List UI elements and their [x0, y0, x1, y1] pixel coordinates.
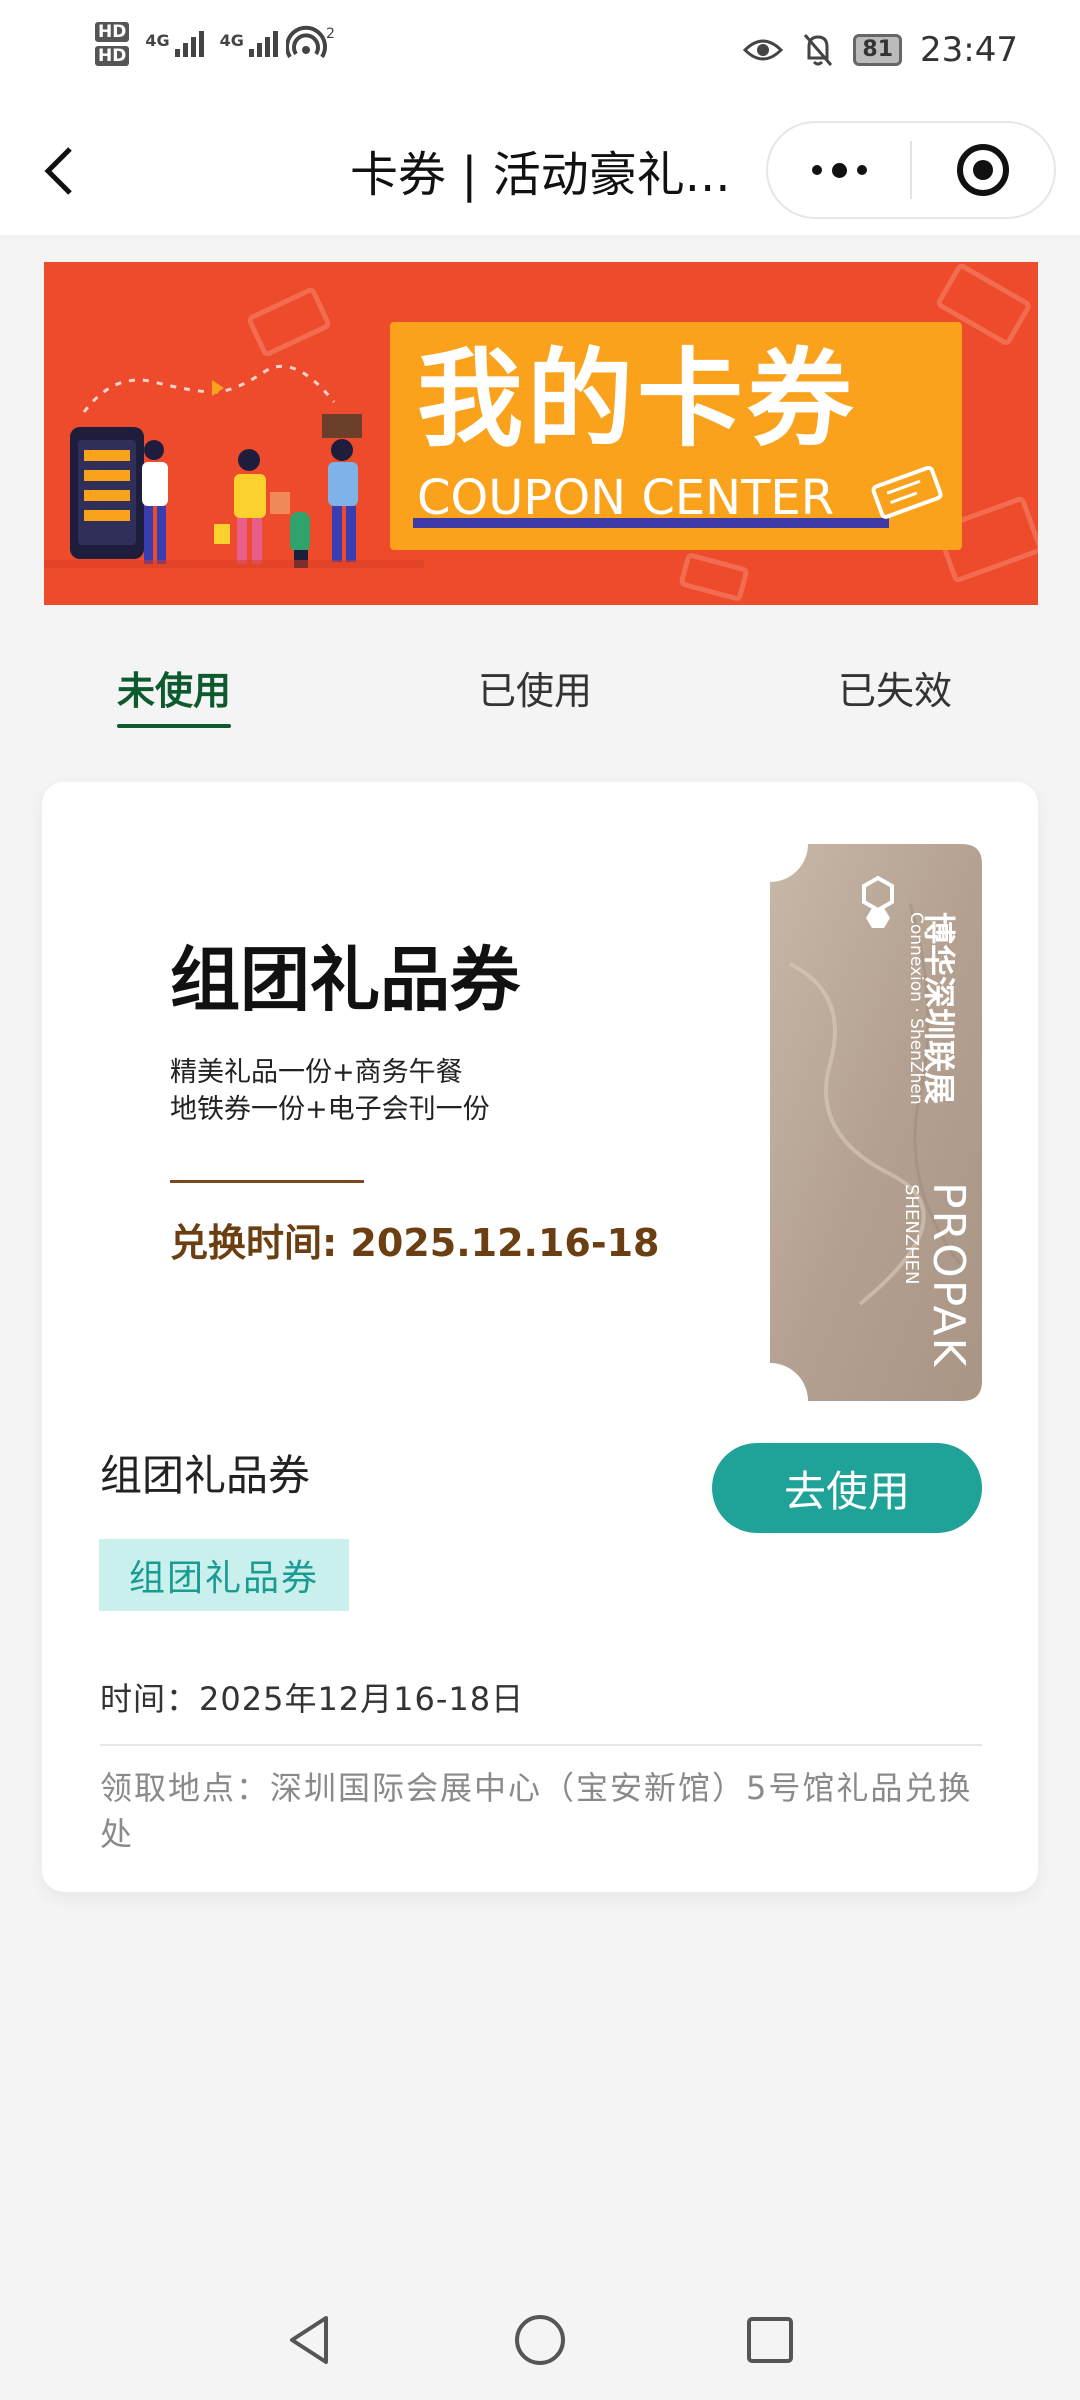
coupon-center-banner: 我的卡券 COUPON CENTER	[44, 262, 1038, 605]
status-right: 81 23:47	[743, 30, 1018, 70]
hd-icon: HD HD	[95, 22, 130, 66]
clock: 23:47	[920, 30, 1018, 70]
page-title: 卡券 | 活动豪礼...	[350, 147, 731, 203]
coupon-tabs: 未使用 已使用 已失效	[0, 620, 1080, 740]
capsule-menu	[766, 121, 1056, 219]
ticket-divider	[897, 1150, 899, 1152]
coupon-image-desc: 精美礼品一份+商务午餐 地铁券一份+电子会刊一份	[170, 1054, 490, 1128]
hd-1-label: HD	[95, 22, 130, 42]
card-divider	[100, 1744, 982, 1746]
coupon-desc-line-1: 精美礼品一份+商务午餐	[170, 1057, 463, 1088]
propak-logo: PROPAK	[923, 1182, 974, 1369]
banner-title-box: 我的卡券 COUPON CENTER	[390, 322, 962, 550]
coupon-redeem-date: 兑换时间: 2025.12.16-18	[170, 1221, 660, 1265]
tab-expired[interactable]: 已失效	[838, 660, 952, 715]
svg-text:2: 2	[326, 26, 335, 42]
coupon-tag: 组团礼品券	[99, 1539, 349, 1611]
propak-logo-sub: SHENZHEN	[901, 1184, 922, 1285]
recents-square-icon	[747, 2317, 793, 2363]
banner-title: 我的卡券	[417, 338, 857, 461]
banner-subtitle: COUPON CENTER	[417, 470, 835, 526]
coupon-image[interactable]: 组团礼品券 精美礼品一份+商务午餐 地铁券一份+电子会刊一份 兑换时间: 202…	[42, 782, 1038, 1412]
mute-bell-icon	[804, 34, 833, 66]
system-back-button[interactable]	[280, 2310, 340, 2370]
coupon-image-rule	[170, 1180, 364, 1183]
network-1-label: 4G	[145, 31, 170, 50]
status-bar: HD HD 4G 4G 2 81 23:47	[0, 0, 1080, 105]
coupon-card: 组团礼品券 精美礼品一份+商务午餐 地铁券一份+电子会刊一份 兑换时间: 202…	[42, 782, 1038, 1892]
eye-icon	[743, 39, 784, 61]
signal-2-icon: 4G	[220, 31, 278, 57]
home-circle-icon	[515, 2315, 565, 2365]
system-home-button[interactable]	[510, 2310, 570, 2370]
use-coupon-button[interactable]: 去使用	[712, 1443, 982, 1533]
close-button[interactable]	[912, 123, 1054, 217]
chevron-left-icon	[44, 147, 72, 195]
active-tab-indicator	[117, 724, 231, 728]
coupon-image-title: 组团礼品券	[170, 939, 520, 1021]
back-button[interactable]	[38, 141, 88, 201]
network-2-label: 4G	[219, 31, 244, 50]
mini-program-nav-bar: 卡券 | 活动豪礼...	[0, 105, 1080, 235]
system-recents-button[interactable]	[740, 2310, 800, 2370]
coupon-desc-line-2: 地铁券一份+电子会刊一份	[170, 1094, 490, 1125]
ticket-brand-en: Connexion · ShenZhen	[906, 912, 926, 1105]
system-nav-bar	[0, 2280, 1080, 2400]
tab-used[interactable]: 已使用	[478, 660, 592, 715]
wifi-hotspot-icon: 2	[285, 25, 335, 59]
back-triangle-icon	[290, 2316, 328, 2364]
more-dots-icon	[811, 165, 822, 175]
more-button[interactable]	[768, 123, 910, 217]
coupon-place: 领取地点：深圳国际会展中心（宝安新馆）5号馆礼品兑换处	[100, 1769, 973, 1853]
ticket-icon	[871, 465, 943, 519]
coupon-name: 组团礼品券	[100, 1451, 311, 1500]
status-left: HD HD 4G 4G 2	[95, 22, 336, 66]
tab-unused[interactable]: 未使用	[117, 660, 231, 715]
target-close-icon	[956, 144, 1009, 196]
signal-1-icon: 4G	[145, 31, 204, 57]
battery-icon: 81	[853, 34, 903, 66]
hd-2-label: HD	[95, 46, 130, 66]
coupon-time: 时间：2025年12月16-18日	[100, 1680, 525, 1718]
